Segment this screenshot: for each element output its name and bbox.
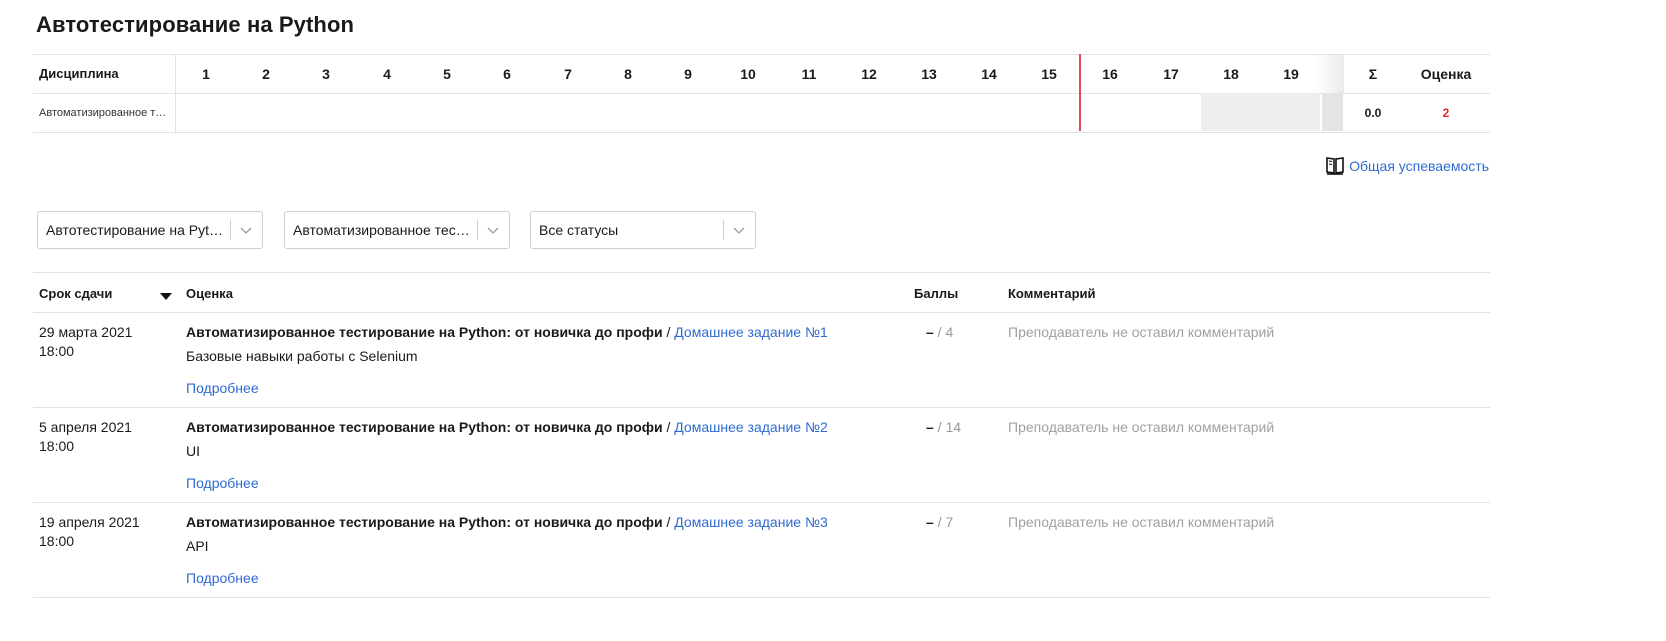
details-link[interactable]: Подробнее xyxy=(186,569,259,588)
week-5-header: 5 xyxy=(443,66,451,82)
current-week-marker xyxy=(1079,54,1081,131)
deadline-date: 19 апреля 2021 18:00 xyxy=(39,514,140,549)
score: – / 14 xyxy=(926,418,961,437)
chevron-down-icon xyxy=(240,227,252,234)
score-max: / 7 xyxy=(933,514,954,530)
points-column-header: Баллы xyxy=(914,286,959,301)
week-1-header: 1 xyxy=(202,66,210,82)
week-11-header: 11 xyxy=(801,66,817,82)
week-4-header: 4 xyxy=(383,66,391,82)
task-description: UI xyxy=(186,443,200,459)
grade-value: 2 xyxy=(1442,106,1450,120)
task-title: Автоматизированное тестирование на Pytho… xyxy=(186,323,828,342)
teacher-comment: Преподаватель не оставил комментарий xyxy=(1008,324,1275,340)
overall-performance-link[interactable]: Общая успеваемость xyxy=(1325,156,1489,176)
future-weeks-shade-edge xyxy=(1322,93,1343,131)
week-12-header: 12 xyxy=(861,66,877,82)
score-max: / 14 xyxy=(933,419,962,435)
grade-column-header: Оценка xyxy=(186,286,233,301)
select-separator xyxy=(723,220,724,240)
page-title: Автотестирование на Python xyxy=(36,12,355,37)
week-16-header: 16 xyxy=(1102,66,1118,82)
week-19-header: 19 xyxy=(1283,66,1299,82)
overall-performance-label[interactable]: Общая успеваемость xyxy=(1349,158,1489,174)
deadline-date: 29 марта 2021 18:00 xyxy=(39,324,133,359)
task-title: Автоматизированное тестирование на Pytho… xyxy=(186,418,828,437)
title-separator: / xyxy=(662,419,675,435)
homework-link[interactable]: Домашнее задание №3 xyxy=(674,514,827,530)
title-separator: / xyxy=(662,514,675,530)
status-filter-select[interactable]: Все статусы xyxy=(530,211,756,249)
grades-header-row: Дисциплина 1 2 3 4 5 6 7 8 9 10 11 12 13… xyxy=(33,54,1490,94)
week-15-header: 15 xyxy=(1041,66,1057,82)
select-separator xyxy=(230,220,231,240)
table-row: 29 марта 2021 18:00 Автоматизированное т… xyxy=(33,313,1490,408)
discipline-filter-value: Автоматизированное тестирование на Pytho… xyxy=(293,222,473,238)
discipline-filter-select[interactable]: Автоматизированное тестирование на Pytho… xyxy=(284,211,510,249)
score-max: / 4 xyxy=(933,324,954,340)
week-9-header: 9 xyxy=(684,66,692,82)
sort-desc-icon[interactable] xyxy=(160,293,172,300)
grade-header: Оценка xyxy=(1420,66,1472,82)
future-weeks-shade xyxy=(1201,93,1320,131)
score: – / 4 xyxy=(926,323,953,342)
chevron-down-icon xyxy=(487,227,499,234)
details-link[interactable]: Подробнее xyxy=(186,379,259,398)
week-10-header: 10 xyxy=(740,66,756,82)
course-filter-value: Автотестирование на Python xyxy=(46,222,226,238)
week-3-header: 3 xyxy=(322,66,330,82)
homework-link[interactable]: Домашнее задание №2 xyxy=(674,419,827,435)
details-link[interactable]: Подробнее xyxy=(186,474,259,493)
score-value: – xyxy=(926,419,934,435)
score-value: – xyxy=(926,324,934,340)
title-separator: / xyxy=(662,324,675,340)
course-name: Автоматизированное тестирование на Pytho… xyxy=(186,514,663,530)
task-description: Базовые навыки работы с Selenium xyxy=(186,348,418,364)
grades-table: Дисциплина 1 2 3 4 5 6 7 8 9 10 11 12 13… xyxy=(33,54,1490,133)
homework-link[interactable]: Домашнее задание №1 xyxy=(674,324,827,340)
table-row: 19 апреля 2021 18:00 Автоматизированное … xyxy=(33,503,1490,598)
deadline-date: 5 апреля 2021 18:00 xyxy=(39,419,132,454)
task-description: API xyxy=(186,538,209,554)
score-value: – xyxy=(926,514,934,530)
week-6-header: 6 xyxy=(503,66,511,82)
deadline-column-header[interactable]: Срок сдачи xyxy=(39,286,112,301)
course-name: Автоматизированное тестирование на Pytho… xyxy=(186,324,663,340)
discipline-header: Дисциплина xyxy=(33,55,176,93)
comment-column-header: Комментарий xyxy=(1008,286,1096,301)
score: – / 7 xyxy=(926,513,953,532)
teacher-comment: Преподаватель не оставил комментарий xyxy=(1008,514,1275,530)
course-name: Автоматизированное тестирование на Pytho… xyxy=(186,419,663,435)
table-row: 5 апреля 2021 18:00 Автоматизированное т… xyxy=(33,408,1490,503)
status-filter-value: Все статусы xyxy=(539,222,619,238)
week-2-header: 2 xyxy=(262,66,270,82)
discipline-name[interactable]: Автоматизированное тестирование на Pytho… xyxy=(33,94,176,132)
week-13-header: 13 xyxy=(921,66,937,82)
task-title: Автоматизированное тестирование на Pytho… xyxy=(186,513,828,532)
tasks-table: Срок сдачи Оценка Баллы Комментарий 29 м… xyxy=(33,272,1490,598)
tasks-header-row: Срок сдачи Оценка Баллы Комментарий xyxy=(33,273,1490,313)
book-icon xyxy=(1325,156,1345,176)
select-separator xyxy=(477,220,478,240)
teacher-comment: Преподаватель не оставил комментарий xyxy=(1008,419,1275,435)
week-7-header: 7 xyxy=(564,66,572,82)
week-17-header: 17 xyxy=(1163,66,1179,82)
course-filter-select[interactable]: Автотестирование на Python xyxy=(37,211,263,249)
week-14-header: 14 xyxy=(981,66,997,82)
week-18-header: 18 xyxy=(1223,66,1239,82)
week-8-header: 8 xyxy=(624,66,632,82)
sum-value: 0.0 xyxy=(1364,106,1382,120)
sum-header: Σ xyxy=(1368,66,1378,82)
chevron-down-icon xyxy=(733,227,745,234)
